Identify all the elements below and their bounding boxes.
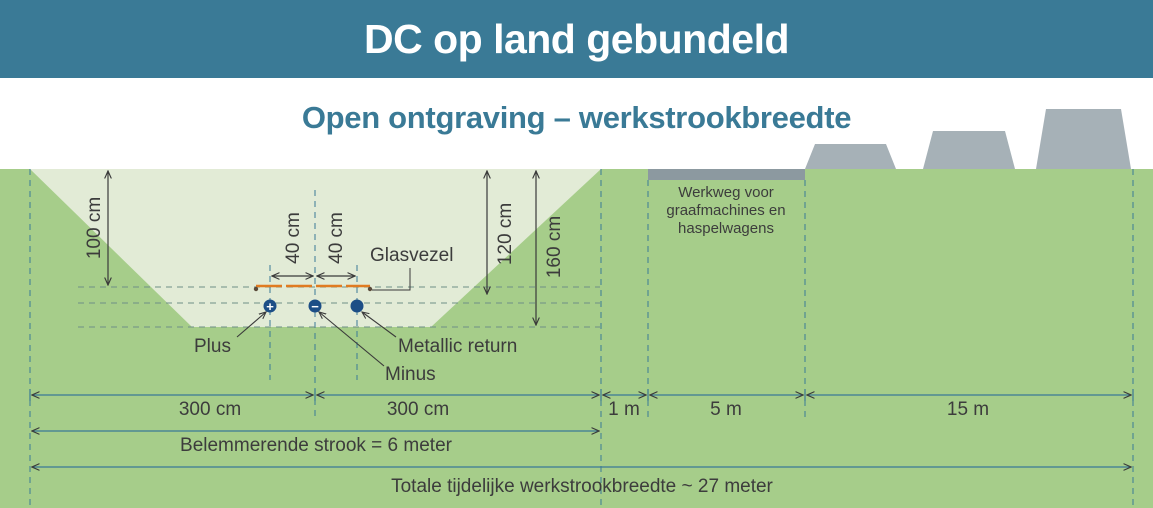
label-120cm: 120 cm: [495, 203, 516, 265]
label-metallic-return: Metallic return: [398, 336, 517, 357]
cross-section: 100 cm 120 cm 160 cm 40 cm 40 cm Glasvez…: [0, 109, 1153, 508]
work-road: [648, 169, 805, 180]
label-15m: 15 m: [947, 399, 989, 420]
minus-symbol: −: [311, 299, 319, 314]
label-300cm-right: 300 cm: [387, 399, 449, 420]
label-plus: Plus: [194, 336, 231, 357]
label-40cm-left: 40 cm: [283, 212, 304, 264]
label-100cm: 100 cm: [84, 197, 105, 259]
label-strook: Belemmerende strook = 6 meter: [180, 435, 453, 456]
machine-2: [923, 131, 1015, 169]
label-road-3: haspelwagens: [678, 220, 774, 237]
diagram: DC op land gebundeld Open ontgraving – w…: [0, 0, 1153, 508]
label-5m: 5 m: [710, 399, 742, 420]
label-minus: Minus: [385, 364, 436, 385]
plus-symbol: +: [266, 299, 274, 314]
machine-1: [805, 144, 896, 169]
label-1m: 1 m: [608, 399, 640, 420]
fiber-end-left: [253, 286, 259, 292]
label-glasvezel: Glasvezel: [370, 245, 453, 266]
cable-metallic-return: [350, 299, 364, 313]
label-40cm-right: 40 cm: [326, 212, 347, 264]
machine-3: [1036, 109, 1131, 169]
label-300cm-left: 300 cm: [179, 399, 241, 420]
label-road-1: Werkweg voor: [678, 184, 774, 201]
fiber-end-right: [367, 286, 373, 292]
label-road-2: graafmachines en: [666, 202, 785, 219]
label-total: Totale tijdelijke werkstrookbreedte ~ 27…: [391, 476, 773, 497]
label-160cm: 160 cm: [544, 216, 565, 278]
